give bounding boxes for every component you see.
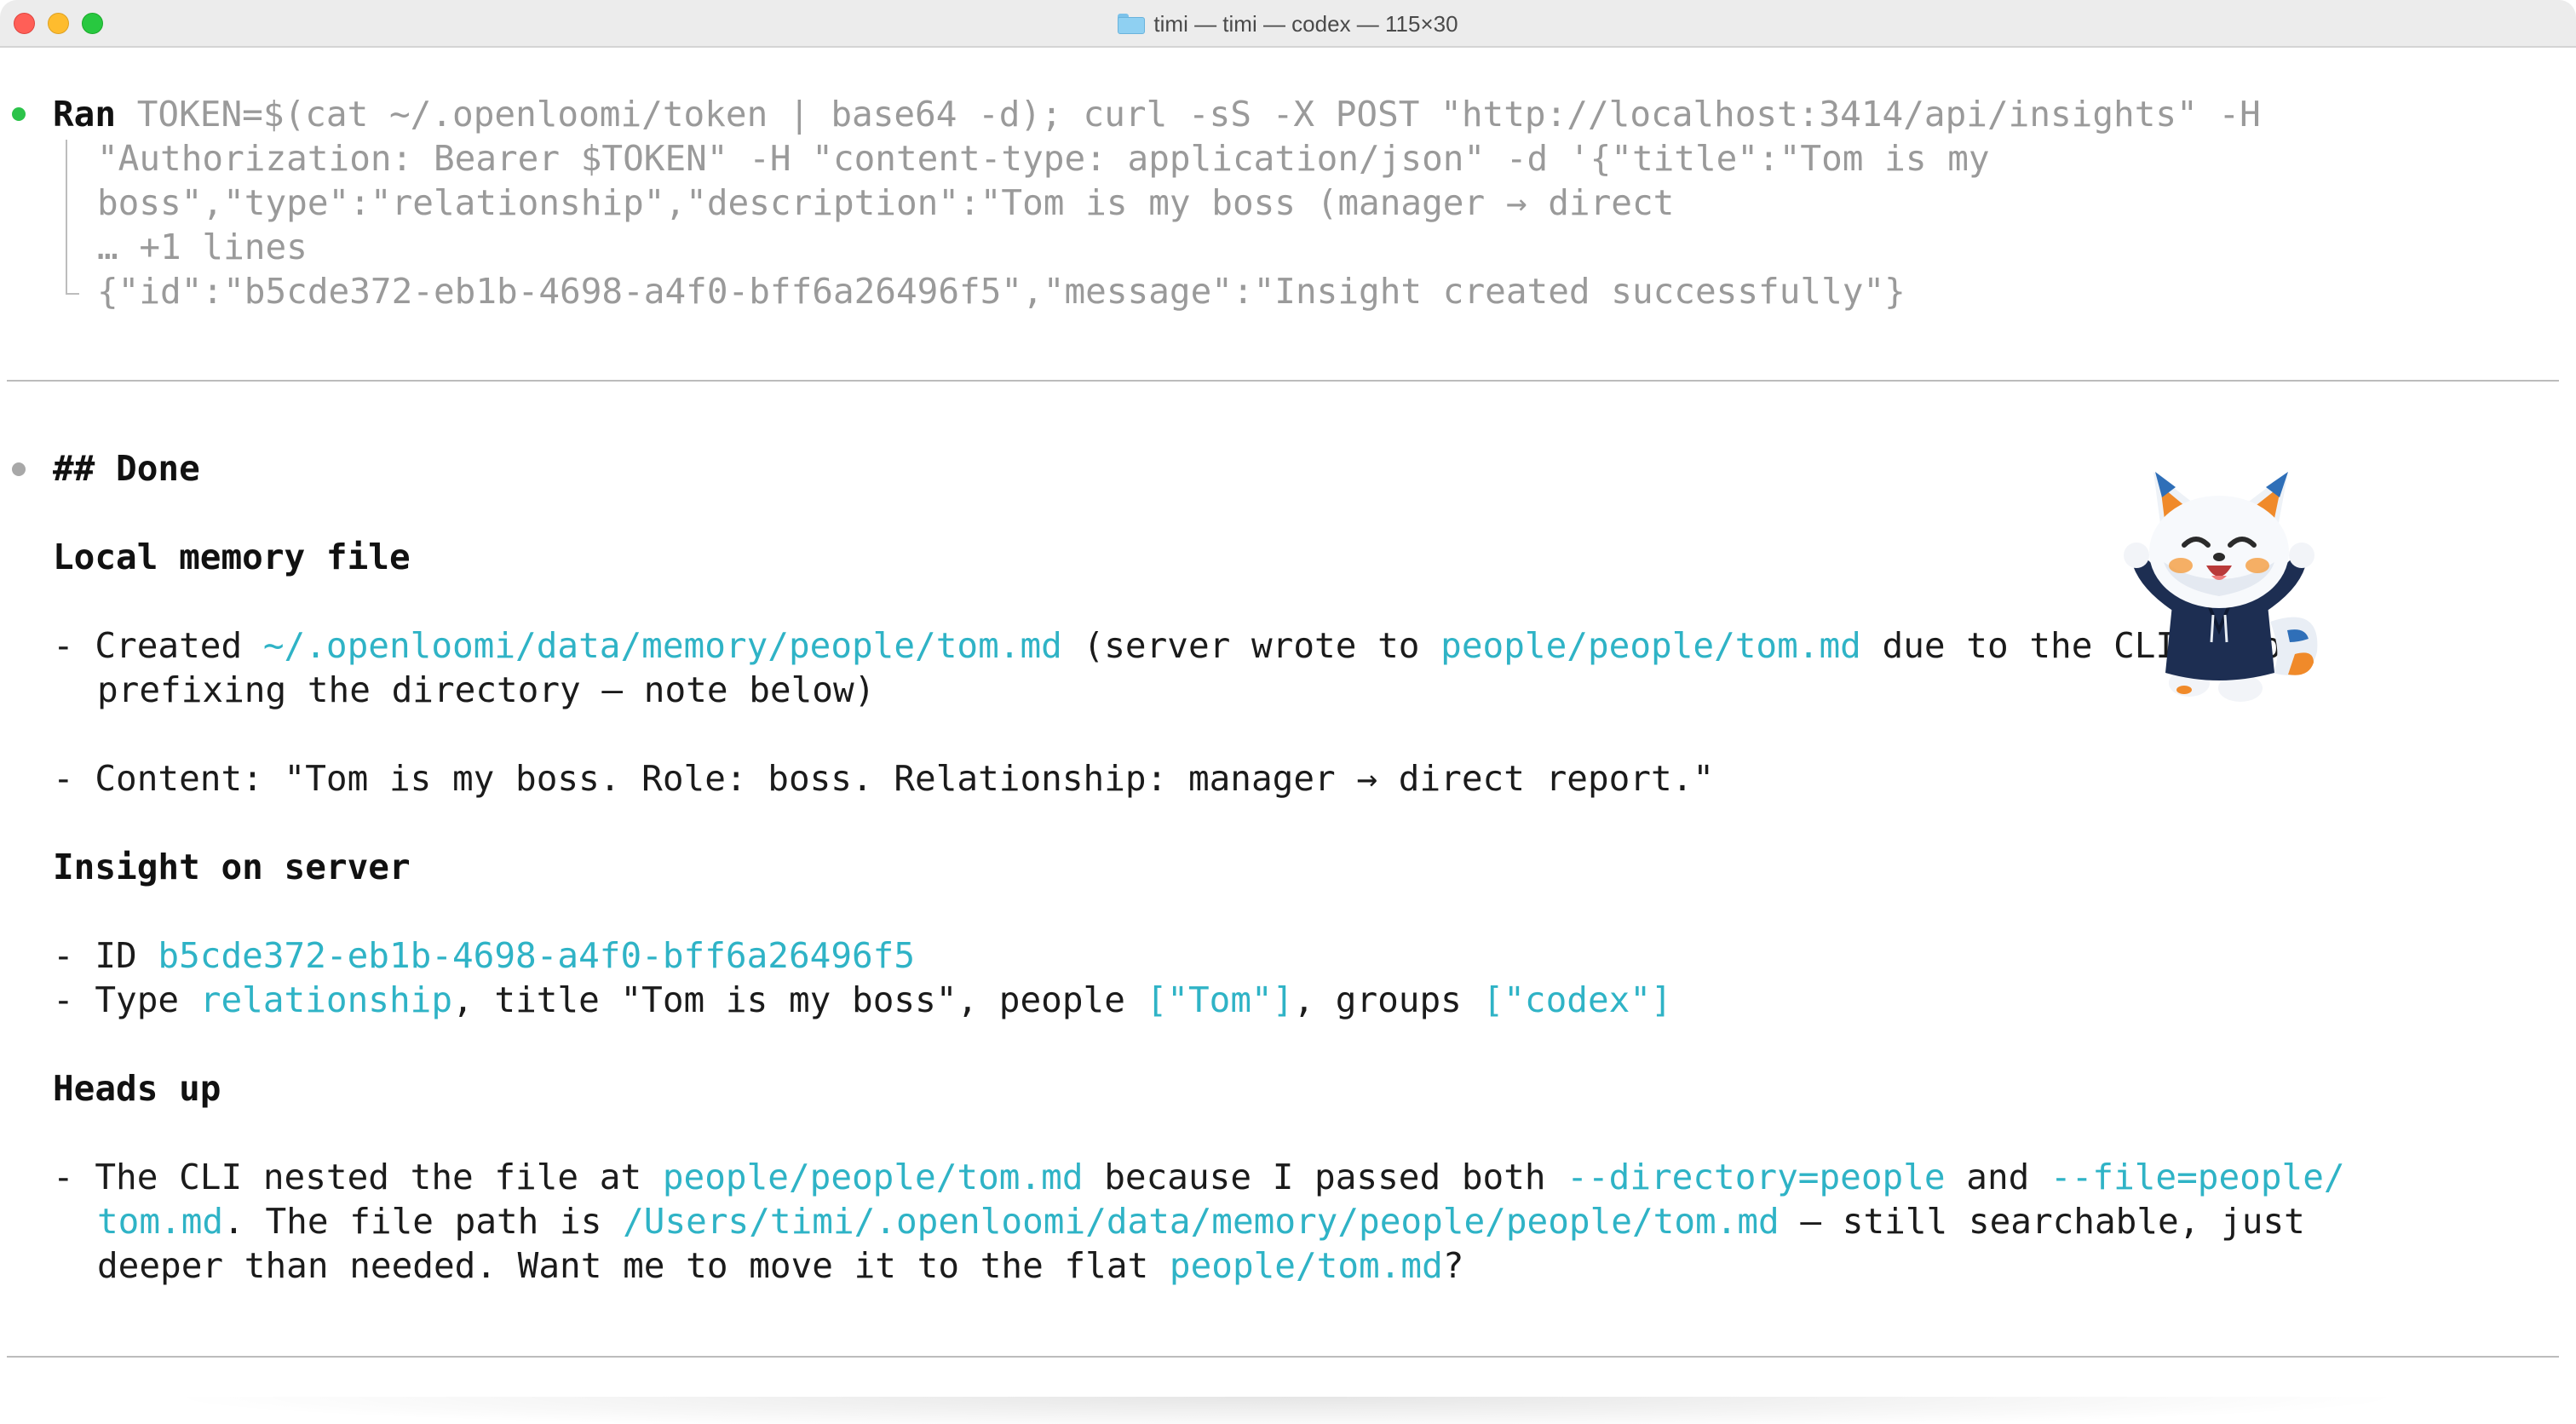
insight-id-prefix: - ID xyxy=(53,935,158,976)
insight-id-line: - ID b5cde372-eb1b-4698-a4f0-bff6a26496f… xyxy=(53,933,915,978)
file-flag[interactable]: --file=people/ xyxy=(2050,1157,2345,1197)
created-item-continuation: prefixing the directory — note below) xyxy=(97,669,876,710)
memory-path-link[interactable]: ~/.openloomi/data/memory/people/tom.md xyxy=(263,625,1062,666)
message-bullet xyxy=(12,462,26,476)
content-item-line: - Content: "Tom is my boss. Role: boss. … xyxy=(53,758,1715,799)
flat-path-link[interactable]: people/tom.md xyxy=(1170,1245,1443,1286)
heads-up-heading: Heads up xyxy=(53,1068,221,1109)
insight-type-line: - Type relationship, title "Tom is my bo… xyxy=(53,978,1672,1022)
window-titlebar: timi — timi — codex — 115×30 xyxy=(0,0,2576,48)
created-mid: (server wrote to xyxy=(1061,625,1441,666)
directory-flag[interactable]: --directory=people xyxy=(1567,1157,1945,1197)
insight-groups-part: , groups xyxy=(1293,979,1483,1020)
ran-command-line-3: boss","type":"relationship","description… xyxy=(97,182,1675,223)
fox-mascot-icon[interactable] xyxy=(2113,460,2326,707)
section-divider xyxy=(7,380,2559,382)
ran-command-text-1: TOKEN=$(cat ~/.openloomi/token | base64 … xyxy=(136,94,2261,135)
heads-up-line-1: - The CLI nested the file at people/peop… xyxy=(53,1155,2345,1199)
file-flag-continuation[interactable]: tom.md xyxy=(97,1201,223,1242)
heads-up-l1-and: and xyxy=(1945,1157,2051,1197)
nested-path-link[interactable]: people/people/tom.md xyxy=(663,1157,1084,1197)
insight-groups-value[interactable]: ["codex"] xyxy=(1483,979,1672,1020)
ran-status-bullet xyxy=(12,107,26,121)
heads-up-l3-suffix: ? xyxy=(1442,1245,1464,1286)
heads-up-l1-mid: because I passed both xyxy=(1083,1157,1567,1197)
server-path-link[interactable]: people/people/tom.md xyxy=(1440,625,1861,666)
created-item-line: - Created ~/.openloomi/data/memory/peopl… xyxy=(53,623,2282,668)
created-prefix: - Created xyxy=(53,625,263,666)
insight-type-prefix: - Type xyxy=(53,979,200,1020)
ran-command-line-1: Ran TOKEN=$(cat ~/.openloomi/token | bas… xyxy=(53,92,2261,136)
ran-more-lines[interactable]: … +1 lines xyxy=(97,225,308,269)
heads-up-l2-mid: . The file path is xyxy=(223,1201,624,1242)
folder-icon xyxy=(1118,14,1146,34)
ran-output: {"id":"b5cde372-eb1b-4698-a4f0-bff6a2649… xyxy=(97,271,1906,312)
window-title: timi — timi — codex — 115×30 xyxy=(1153,10,1458,37)
window-title-container: timi — timi — codex — 115×30 xyxy=(0,0,2576,48)
insight-title-part: , title "Tom is my boss", people xyxy=(452,979,1147,1020)
insight-type-value[interactable]: relationship xyxy=(200,979,452,1020)
tree-connector-elbow xyxy=(66,293,79,295)
heads-up-line-2: tom.md. The file path is /Users/timi/.op… xyxy=(97,1199,2305,1243)
section-divider-bottom xyxy=(7,1356,2559,1358)
tree-connector xyxy=(66,140,67,295)
heads-up-l2-suffix: — still searchable, just xyxy=(1779,1201,2305,1242)
input-area-shadow xyxy=(153,1397,2419,1424)
done-heading: ## Done xyxy=(53,448,200,489)
local-memory-heading: Local memory file xyxy=(53,537,411,577)
ran-label: Ran xyxy=(53,94,117,135)
ran-command-line-2: "Authorization: Bearer $TOKEN" -H "conte… xyxy=(97,138,1990,179)
heads-up-l3-prefix: deeper than needed. Want me to move it t… xyxy=(97,1245,1170,1286)
insight-heading: Insight on server xyxy=(53,847,411,887)
full-file-path-link[interactable]: /Users/timi/.openloomi/data/memory/peopl… xyxy=(623,1201,1780,1242)
insight-id-value[interactable]: b5cde372-eb1b-4698-a4f0-bff6a26496f5 xyxy=(158,935,915,976)
insight-people-value[interactable]: ["Tom"] xyxy=(1147,979,1294,1020)
heads-up-line-3: deeper than needed. Want me to move it t… xyxy=(97,1243,1463,1288)
heads-up-l1-prefix: - The CLI nested the file at xyxy=(53,1157,663,1197)
